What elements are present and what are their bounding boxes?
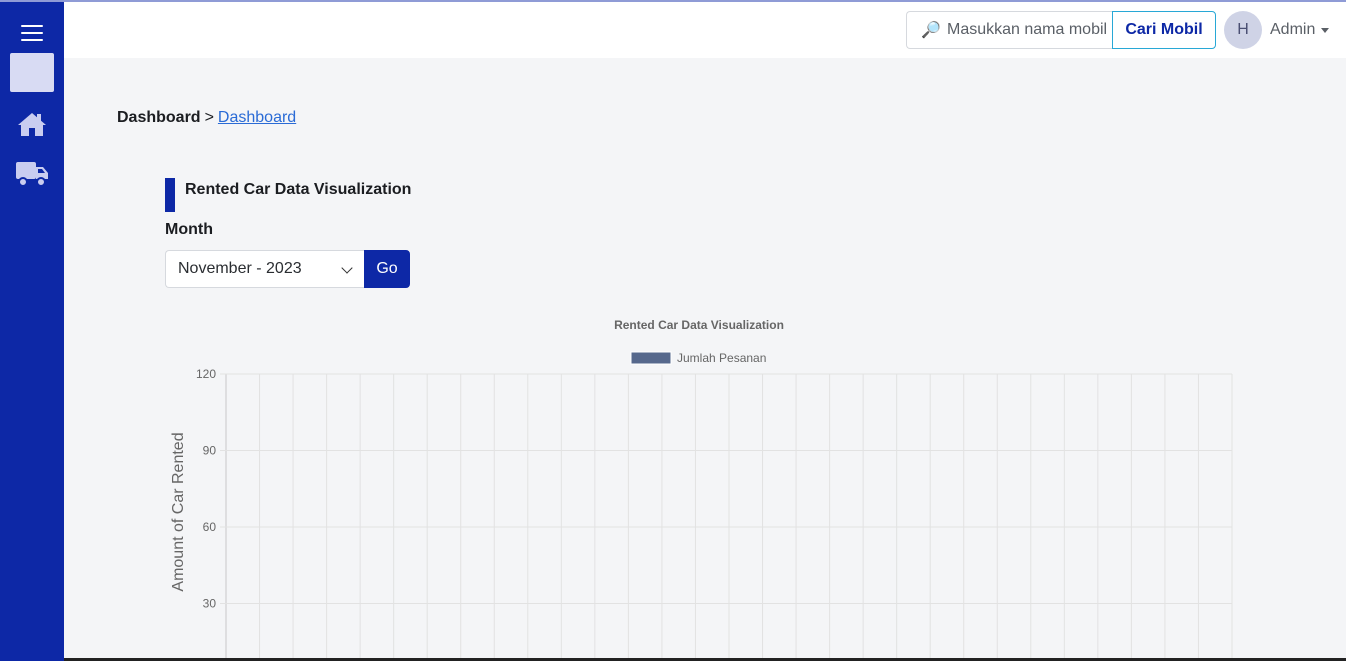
go-button[interactable]: Go	[364, 250, 410, 288]
rented-car-chart: Rented Car Data Visualization Jumlah Pes…	[170, 318, 1233, 661]
truck-icon	[16, 162, 48, 187]
month-select[interactable]: November - 2023	[165, 250, 365, 288]
y-tick-label: 30	[203, 597, 217, 611]
sidebar	[0, 2, 64, 661]
legend-label: Jumlah Pesanan	[677, 351, 766, 365]
top-navbar: 🔎 Cari Mobil H Admin	[64, 2, 1346, 58]
home-icon	[18, 113, 46, 136]
chart-grid	[220, 373, 1233, 661]
y-tick-label: 120	[196, 367, 216, 381]
search-car-button[interactable]: Cari Mobil	[1112, 11, 1216, 49]
caret-down-icon	[1321, 27, 1330, 33]
chevron-down-icon	[341, 262, 353, 274]
chart-title: Rented Car Data Visualization	[614, 318, 784, 332]
breadcrumb-current-link[interactable]: Dashboard	[218, 109, 296, 127]
user-menu-dropdown[interactable]: Admin	[1270, 11, 1330, 49]
avatar[interactable]: H	[1224, 11, 1262, 49]
breadcrumb-separator: >	[204, 109, 214, 126]
search-icon: 🔎	[921, 22, 941, 39]
y-axis-ticks: 120 90 60 30	[196, 367, 216, 611]
y-tick-label: 60	[203, 520, 217, 534]
section-accent-bar	[165, 178, 175, 212]
y-tick-label: 90	[203, 444, 217, 458]
month-select-value: November - 2023	[178, 260, 302, 277]
breadcrumb-root: Dashboard	[117, 109, 201, 126]
sidebar-item-cars[interactable]	[10, 154, 54, 194]
legend-swatch	[630, 351, 672, 365]
y-axis-label: Amount of Car Rented	[170, 432, 187, 591]
breadcrumb: Dashboard > Dashboard	[117, 109, 296, 127]
section-title: Rented Car Data Visualization	[185, 181, 412, 198]
month-label: Month	[165, 221, 213, 238]
menu-icon	[21, 25, 43, 41]
search-input[interactable]	[947, 21, 1107, 39]
sidebar-item-home[interactable]	[10, 104, 54, 144]
menu-toggle-button[interactable]	[10, 14, 54, 52]
user-name: Admin	[1270, 21, 1316, 38]
logo	[10, 53, 54, 92]
search-field[interactable]: 🔎	[906, 11, 1114, 49]
